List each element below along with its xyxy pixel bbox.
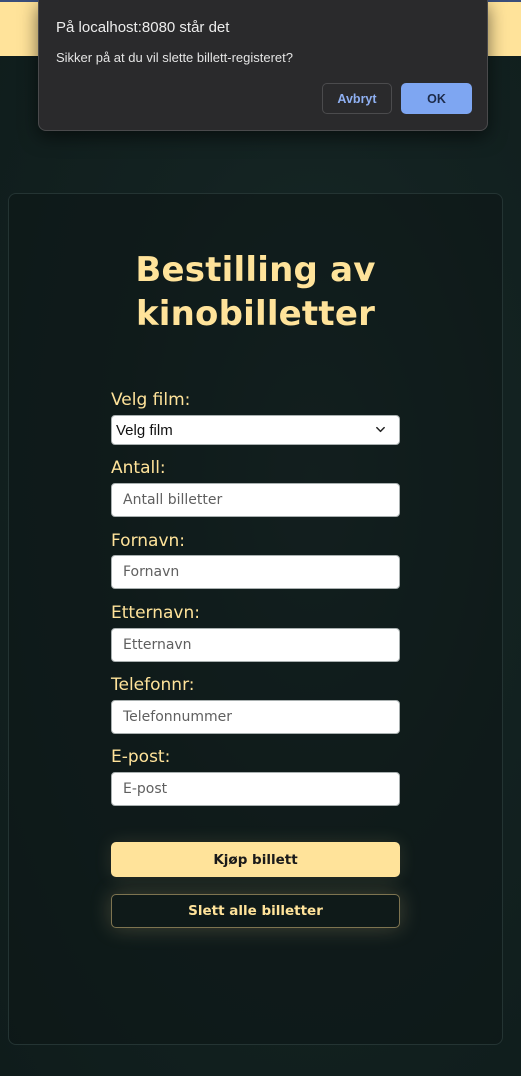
film-select-value: Velg film: [116, 421, 173, 439]
page: Bestilling av kinobilletter Velg film: V…: [0, 0, 521, 1076]
page-title-line-1: Bestilling av: [135, 250, 376, 290]
film-select[interactable]: Velg film: [111, 415, 400, 445]
delete-all-tickets-button[interactable]: Slett alle billetter: [111, 894, 400, 928]
lastname-placeholder: Etternavn: [123, 637, 192, 653]
page-title: Bestilling av kinobilletter: [0, 248, 511, 336]
cancel-button[interactable]: Avbryt: [322, 83, 392, 114]
count-input[interactable]: Antall billetter: [111, 483, 400, 517]
lastname-input[interactable]: Etternavn: [111, 628, 400, 662]
phone-label: Telefonnr:: [111, 675, 195, 695]
email-label: E-post:: [111, 747, 171, 767]
film-label: Velg film:: [111, 390, 191, 410]
lastname-label: Etternavn:: [111, 603, 200, 623]
phone-placeholder: Telefonnummer: [123, 709, 233, 725]
phone-input[interactable]: Telefonnummer: [111, 700, 400, 734]
email-placeholder: E-post: [123, 781, 168, 797]
confirm-dialog: På localhost:8080 står det Sikker på at …: [38, 0, 488, 131]
chevron-down-icon: [376, 426, 385, 433]
firstname-placeholder: Fornavn: [123, 564, 180, 580]
count-placeholder: Antall billetter: [123, 492, 223, 508]
page-title-line-2: kinobilletter: [135, 294, 376, 334]
firstname-input[interactable]: Fornavn: [111, 555, 400, 589]
count-label: Antall:: [111, 458, 166, 478]
dialog-title: På localhost:8080 står det: [56, 19, 230, 36]
email-input[interactable]: E-post: [111, 772, 400, 806]
firstname-label: Fornavn:: [111, 531, 186, 551]
dialog-message: Sikker på at du vil slette billett-regis…: [56, 50, 293, 65]
ok-button[interactable]: OK: [401, 83, 472, 114]
buy-ticket-button[interactable]: Kjøp billett: [111, 842, 400, 877]
